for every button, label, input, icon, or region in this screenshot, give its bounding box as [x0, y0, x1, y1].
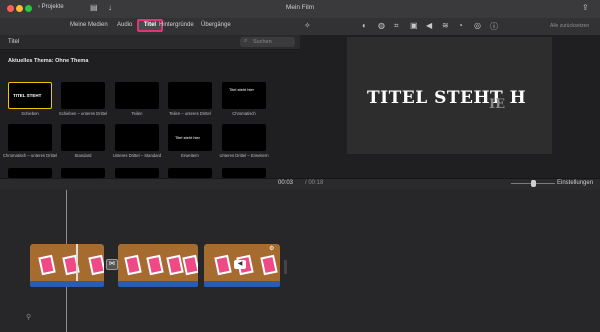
microphone-icon[interactable]: ⚲: [26, 313, 31, 321]
total-time: / 00:18: [305, 180, 324, 186]
tab-audio[interactable]: Audio: [117, 22, 132, 28]
video-clip[interactable]: [118, 244, 198, 284]
color-balance-icon[interactable]: ◐: [362, 21, 367, 30]
end-marker: [284, 260, 287, 274]
settings-button[interactable]: Einstellungen: [557, 180, 593, 186]
speed-icon[interactable]: ◔: [458, 21, 463, 30]
zoom-slider-handle[interactable]: [531, 180, 536, 187]
share-icon[interactable]: ⇪: [582, 3, 589, 12]
thumbnail-caption: Chromatisch: [232, 111, 256, 116]
title-thumbnail-schieben-unteres-drittel[interactable]: [61, 82, 105, 109]
thumbnail-caption: Standard: [74, 153, 92, 158]
reset-all-button[interactable]: Alle zurücksetzen: [550, 23, 589, 29]
audio-track[interactable]: [204, 281, 280, 287]
title-overlay-marker-icon[interactable]: ◀: [234, 260, 246, 269]
tab-hintergruende[interactable]: Hintergründe: [159, 22, 194, 28]
thumbnail-caption: Schieben: [21, 111, 39, 116]
search-input[interactable]: ⌕ Suchen: [240, 37, 295, 47]
camera-icon[interactable]: ▣: [410, 21, 418, 30]
title-thumbnail[interactable]: [115, 168, 159, 178]
thumbnail-preview-text: Titel steht hier: [229, 87, 254, 92]
title-thumbnail[interactable]: [168, 168, 212, 178]
video-clip[interactable]: ◀ ⚙: [204, 244, 280, 284]
thumbnail-preview-text: TITEL STEHT: [13, 93, 42, 98]
theme-label: Aktuelles Thema: Ohne Thema: [8, 58, 89, 64]
thumbnail-preview-text: Titel steht hier: [175, 135, 200, 140]
title-thumbnail-erweitern[interactable]: Titel steht hier: [168, 124, 212, 151]
equalizer-icon[interactable]: ≋: [442, 21, 449, 30]
tab-meine-medien[interactable]: Meine Medien: [70, 22, 108, 28]
title-thumbnail[interactable]: [61, 168, 105, 178]
video-clip[interactable]: [30, 244, 104, 284]
title-thumbnail[interactable]: [222, 168, 266, 178]
zoom-slider[interactable]: [511, 180, 555, 187]
crop-icon[interactable]: ⌗: [394, 21, 399, 31]
thumbnail-caption: Schieben – unteres Drittel: [58, 111, 108, 116]
title-thumbnail-teilen[interactable]: [115, 82, 159, 109]
title-thumbnail-unteres-drittel-standard[interactable]: [115, 124, 159, 151]
transition-icon[interactable]: ⋈: [106, 259, 118, 270]
magic-wand-icon[interactable]: ✧: [304, 21, 311, 30]
title-thumbnail-chromatisch[interactable]: Titel steht hier: [222, 82, 266, 109]
thumbnail-caption: Teilen – unteres Drittel: [169, 111, 211, 116]
volume-icon[interactable]: ◀: [426, 21, 432, 30]
title-thumbnail[interactable]: [8, 168, 52, 178]
audio-track[interactable]: [30, 281, 104, 287]
overlay-title-partial: IE: [489, 97, 505, 112]
thumbnail-caption: Teilen: [131, 111, 143, 116]
thumbnail-caption: Unteres Drittel – Standard: [112, 153, 162, 158]
search-placeholder: Suchen: [253, 39, 272, 45]
current-time: 00:03: [278, 180, 294, 186]
thumbnail-caption: Erweitern: [181, 153, 199, 158]
tab-uebergaenge[interactable]: Übergänge: [201, 22, 231, 28]
panel-title: Titel: [8, 39, 20, 45]
color-correction-icon[interactable]: ◍: [378, 21, 385, 30]
thumbnail-caption: Chromatisch – unteres Drittel: [2, 153, 58, 158]
title-thumbnail-standard[interactable]: [61, 124, 105, 151]
audio-track[interactable]: [118, 281, 198, 287]
noise-filter-icon[interactable]: ◎: [474, 21, 481, 30]
window-title: Mein Film: [285, 4, 315, 11]
title-thumbnail-unteres-drittel-erweitern[interactable]: [222, 124, 266, 151]
clip-settings-icon[interactable]: ⚙: [269, 245, 274, 252]
title-thumbnail-schieben[interactable]: TITEL STEHT: [8, 82, 52, 109]
info-icon[interactable]: ⓘ: [490, 21, 498, 32]
search-icon: ⌕: [244, 38, 248, 44]
title-thumbnail-teilen-unteres-drittel[interactable]: [168, 82, 212, 109]
thumbnail-caption: Unteres Drittel – Erweitern: [219, 153, 269, 158]
title-thumbnail-chromatisch-unteres-drittel[interactable]: [8, 124, 52, 151]
